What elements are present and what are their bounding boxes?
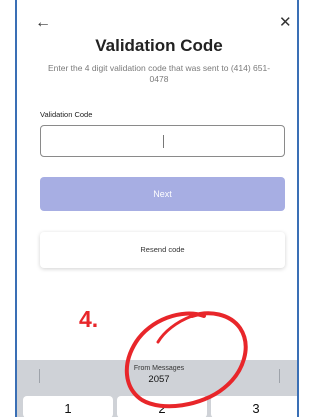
text-cursor <box>163 135 164 148</box>
numeric-keyboard: From Messages 2057 1 2 3 <box>17 360 297 417</box>
key-2[interactable]: 2 <box>117 396 207 417</box>
back-arrow-icon[interactable]: ← <box>35 15 51 31</box>
key-3[interactable]: 3 <box>211 396 297 417</box>
page-title: Validation Code <box>95 36 223 55</box>
suggestion-code: 2057 <box>148 374 170 385</box>
next-button[interactable]: Next <box>40 177 285 211</box>
phone-screen: ← ✕ Validation Code Enter the 4 digit va… <box>15 0 299 417</box>
key-1[interactable]: 1 <box>23 396 113 417</box>
suggestion-divider <box>39 369 40 383</box>
resend-code-button[interactable]: Resend code <box>40 232 285 268</box>
page-subtitle: Enter the 4 digit validation code that w… <box>47 63 271 84</box>
suggestion-divider <box>279 369 280 383</box>
validation-code-label: Validation Code <box>40 110 93 119</box>
step-number-annotation: 4. <box>79 306 99 332</box>
autofill-code-suggestion[interactable]: From Messages 2057 <box>107 364 211 386</box>
suggestion-source: From Messages <box>133 365 185 372</box>
validation-code-input[interactable] <box>40 125 285 157</box>
keyboard-suggestion-bar: From Messages 2057 <box>17 360 297 392</box>
close-icon[interactable]: ✕ <box>279 15 293 30</box>
